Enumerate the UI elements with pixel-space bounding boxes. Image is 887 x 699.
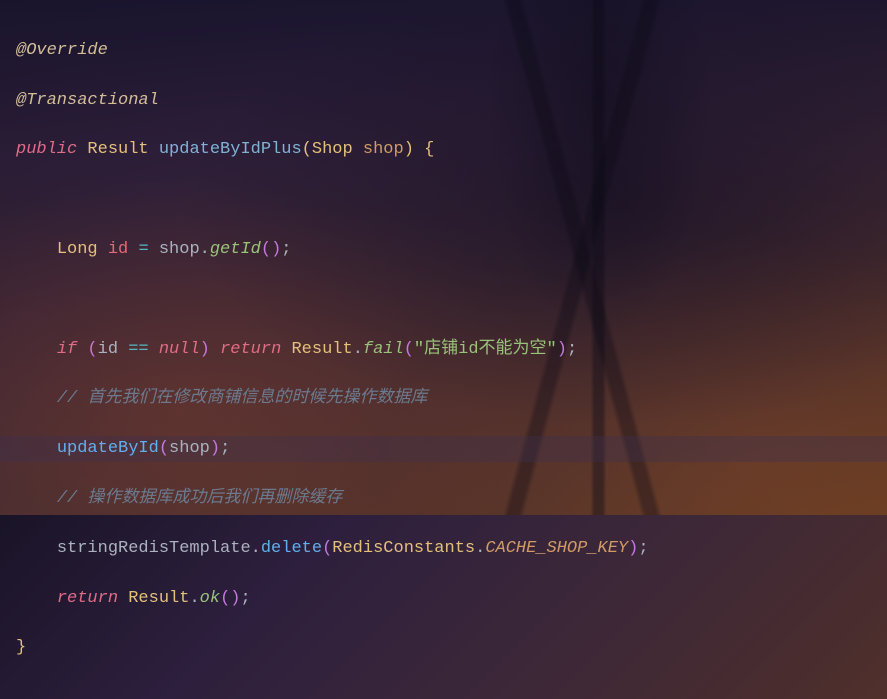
const-cache-key: CACHE_SHOP_KEY <box>485 539 628 558</box>
keyword-return: return <box>220 340 281 359</box>
code-line: public Result updateByIdPlus(Shop shop) … <box>16 137 871 163</box>
op-assign: = <box>138 240 148 259</box>
keyword-if: if <box>57 340 77 359</box>
code-line: if (id == null) return Result.fail("店铺id… <box>16 337 871 363</box>
keyword-return: return <box>57 589 118 608</box>
keyword-null: null <box>159 340 200 359</box>
type-result-ref: Result <box>128 589 189 608</box>
type-long: Long <box>57 240 98 259</box>
method-updatebyid: updateById <box>57 439 159 458</box>
code-editor[interactable]: @Override @Transactional public Result u… <box>0 0 887 699</box>
code-line: // 首先我们在修改商铺信息的时候先操作数据库 <box>16 386 871 412</box>
comment: // 首先我们在修改商铺信息的时候先操作数据库 <box>57 389 428 408</box>
empty-line <box>16 187 871 213</box>
annotation-override: @Override <box>16 41 108 60</box>
type-result: Result <box>87 140 148 159</box>
var-id: id <box>108 240 128 259</box>
code-line: stringRedisTemplate.delete(RedisConstant… <box>16 536 871 562</box>
code-line: // 操作数据库成功后我们再删除缓存 <box>16 486 871 512</box>
code-line-highlighted: updateById(shop); <box>0 436 887 462</box>
method-getid: getId <box>210 240 261 259</box>
code-line: @Override <box>16 38 871 64</box>
type-shop: Shop <box>312 140 353 159</box>
ref-shop: shop <box>169 439 210 458</box>
type-result-ref: Result <box>291 340 352 359</box>
method-fail: fail <box>363 340 404 359</box>
param-shop: shop <box>363 140 404 159</box>
empty-line <box>16 287 871 313</box>
code-line: @Transactional <box>16 88 871 114</box>
type-redisconstants: RedisConstants <box>332 539 475 558</box>
ref-shop: shop <box>159 240 200 259</box>
ref-id: id <box>98 340 118 359</box>
string-literal: "店铺id不能为空" <box>414 340 557 359</box>
method-ok: ok <box>200 589 220 608</box>
code-line: return Result.ok(); <box>16 586 871 612</box>
method-name: updateByIdPlus <box>159 140 302 159</box>
code-line: } <box>16 635 871 661</box>
method-delete: delete <box>261 539 322 558</box>
comment: // 操作数据库成功后我们再删除缓存 <box>57 489 343 508</box>
op-eq: == <box>128 340 148 359</box>
code-line: Long id = shop.getId(); <box>16 237 871 263</box>
open-brace: { <box>424 140 434 159</box>
close-brace: } <box>16 638 26 657</box>
annotation-transactional: @Transactional <box>16 91 159 110</box>
keyword-public: public <box>16 140 77 159</box>
var-template: stringRedisTemplate <box>57 539 251 558</box>
